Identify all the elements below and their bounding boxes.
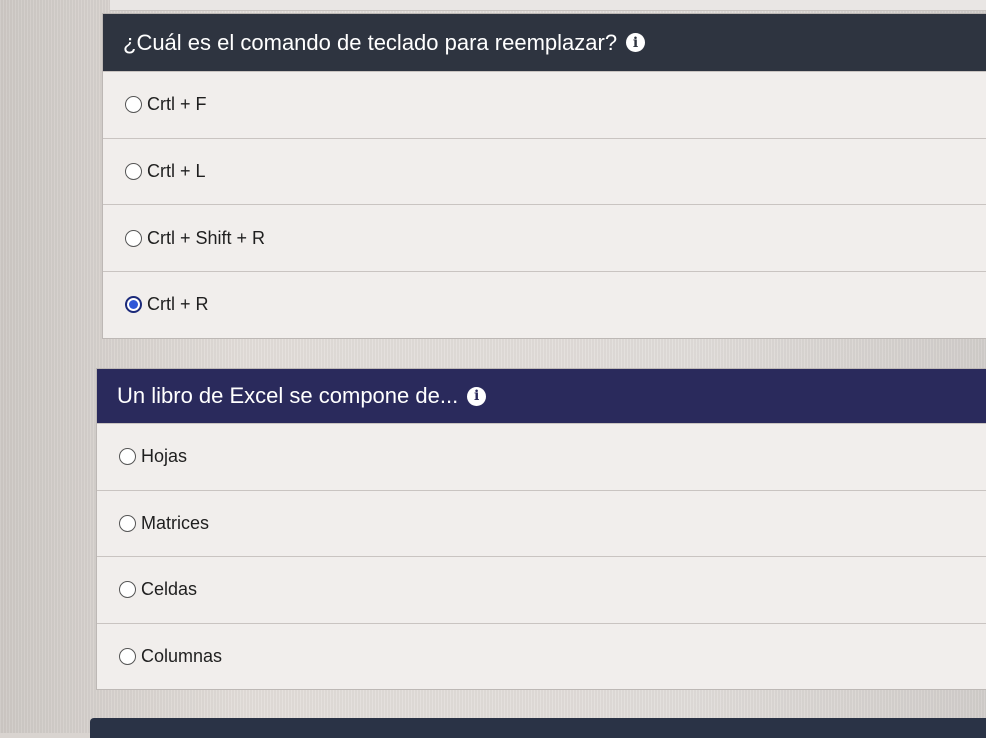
info-icon[interactable]: i [467,386,487,406]
question-text-2: Un libro de Excel se compone de... [117,383,459,408]
question-card-1: ¿Cuál es el comando de teclado para reem… [102,13,986,339]
radio-button[interactable] [119,448,136,466]
radio-button[interactable] [125,229,142,247]
radio-button[interactable] [125,96,142,114]
question-header-1: ¿Cuál es el comando de teclado para reem… [103,14,986,71]
option-crtl-shift-r[interactable]: Crtl + Shift + R [103,204,986,271]
option-crtl-l[interactable]: Crtl + L [103,137,986,205]
radio-button[interactable] [119,581,136,599]
option-columnas[interactable]: Columnas [97,622,986,690]
option-matrices[interactable]: Matrices [97,489,986,557]
option-label: Columnas [141,645,223,666]
option-label: Crtl + F [147,94,207,115]
option-crtl-f[interactable]: Crtl + F [103,71,986,138]
option-label: Hojas [141,446,188,467]
next-question-header [90,718,986,738]
option-label: Matrices [141,512,210,533]
option-label: Crtl + Shift + R [147,227,266,248]
question-header-2: Un libro de Excel se compone de... i [97,369,986,423]
option-label: Crtl + R [147,294,209,315]
option-label: Crtl + L [147,161,206,182]
option-celdas[interactable]: Celdas [97,556,986,623]
option-crtl-r[interactable]: Crtl + R [103,271,986,338]
radio-button-selected[interactable] [125,296,142,314]
option-hojas[interactable]: Hojas [97,423,986,490]
radio-button[interactable] [119,647,136,665]
question-text-1: ¿Cuál es el comando de teclado para reem… [123,29,618,55]
question-card-2: Un libro de Excel se compone de... i Hoj… [96,368,986,690]
option-label: Celdas [141,579,198,600]
radio-button[interactable] [119,514,136,532]
info-icon[interactable]: i [626,33,646,52]
previous-card-edge [110,0,986,11]
radio-button[interactable] [125,163,142,181]
